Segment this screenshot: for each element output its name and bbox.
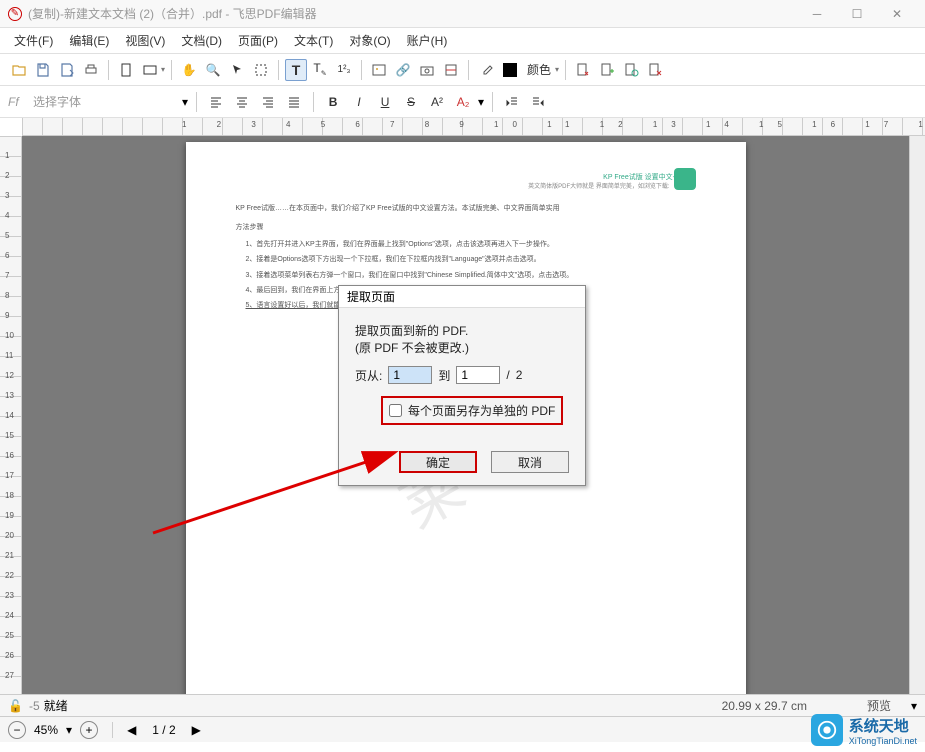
menu-edit[interactable]: 编辑(E) bbox=[63, 29, 115, 52]
ok-button[interactable]: 确定 bbox=[399, 451, 477, 473]
indent-right-icon[interactable] bbox=[527, 91, 549, 113]
brand-icon bbox=[811, 714, 843, 746]
scan-icon[interactable] bbox=[440, 59, 462, 81]
italic-button[interactable]: I bbox=[348, 91, 370, 113]
brand-url: XiTongTianDi.net bbox=[849, 736, 917, 746]
align-left-icon[interactable] bbox=[205, 91, 227, 113]
hand-icon[interactable]: ✋ bbox=[178, 59, 200, 81]
text-edit-icon[interactable]: T✎ bbox=[309, 59, 331, 81]
indent-left-icon[interactable] bbox=[501, 91, 523, 113]
select-icon[interactable] bbox=[250, 59, 272, 81]
menubar: 文件(F) 编辑(E) 视图(V) 文档(D) 页面(P) 文本(T) 对象(O… bbox=[0, 28, 925, 54]
page-landscape-icon[interactable] bbox=[139, 59, 161, 81]
titlebar: ✎ (复制)-新建文本文档 (2)（合并）.pdf - 飞思PDF编辑器 ─ ☐… bbox=[0, 0, 925, 28]
horizontal-ruler: 1 2 3 4 5 6 7 8 9 10 11 12 13 14 15 16 1… bbox=[22, 118, 925, 136]
next-page-icon[interactable]: ▶ bbox=[192, 723, 201, 737]
extract-pages-dialog: 提取页面 提取页面到新的 PDF. (原 PDF 不会被更改.) 页从: 到 /… bbox=[338, 285, 586, 486]
page-step2: 2、接着是Options选项下方出现一个下拉框，我们在下拉框内找到"Langua… bbox=[236, 254, 696, 265]
page-header-sub: 英文简体版PDF大师就是 界面简单完美，如浏览下载: bbox=[236, 183, 670, 193]
menu-document[interactable]: 文档(D) bbox=[175, 29, 228, 52]
page-ops1-icon[interactable] bbox=[572, 59, 594, 81]
link-icon[interactable]: 🔗 bbox=[392, 59, 414, 81]
page-dimensions: 20.99 x 29.7 cm bbox=[722, 699, 807, 713]
page-step3: 3、接着选项菜单列表右方弹一个窗口，我们在窗口中找到"Chinese Simpl… bbox=[236, 270, 696, 281]
saveas-icon[interactable] bbox=[56, 59, 78, 81]
subscript-button[interactable]: A₂ bbox=[452, 91, 474, 113]
zoom-out-button[interactable]: − bbox=[8, 721, 26, 739]
checkbox-label: 每个页面另存为单独的 PDF bbox=[408, 402, 555, 419]
dialog-line2: (原 PDF 不会被更改.) bbox=[355, 339, 569, 356]
total-pages: 2 bbox=[516, 368, 523, 382]
status-ready: 就绪 bbox=[44, 697, 68, 714]
maximize-button[interactable]: ☐ bbox=[837, 0, 877, 28]
separate-pdf-checkbox[interactable] bbox=[389, 404, 402, 417]
text-tool-icon[interactable]: T bbox=[285, 59, 307, 81]
page-body: KP Free试版……在本页面中，我们介绍了KP Free试版的中文设置方法。本… bbox=[236, 203, 696, 214]
menu-object[interactable]: 对象(O) bbox=[343, 29, 396, 52]
window-controls: ─ ☐ ✕ bbox=[797, 0, 917, 28]
cancel-button[interactable]: 取消 bbox=[491, 451, 569, 473]
brand-logo: 系统天地 XiTongTianDi.net bbox=[811, 714, 917, 746]
main-toolbar: ▾ ✋ 🔍 T T✎ 1²₃ 🔗 颜色 ▾ bbox=[0, 54, 925, 86]
menu-file[interactable]: 文件(F) bbox=[8, 29, 59, 52]
format-toolbar: Ff 选择字体 ▾ B I U S A² A₂ ▾ bbox=[0, 86, 925, 118]
app-icon: ✎ bbox=[8, 7, 22, 21]
dialog-line1: 提取页面到新的 PDF. bbox=[355, 322, 569, 339]
zoom-icon[interactable]: 🔍 bbox=[202, 59, 224, 81]
text-num-icon[interactable]: 1²₃ bbox=[333, 59, 355, 81]
window-title: (复制)-新建文本文档 (2)（合并）.pdf - 飞思PDF编辑器 bbox=[28, 5, 317, 22]
print-icon[interactable] bbox=[80, 59, 102, 81]
checkbox-highlight: 每个页面另存为单独的 PDF bbox=[381, 396, 563, 425]
align-justify-icon[interactable] bbox=[283, 91, 305, 113]
font-indicator: Ff bbox=[8, 95, 24, 109]
page-refresh-icon[interactable] bbox=[620, 59, 642, 81]
brand-name: 系统天地 bbox=[849, 715, 917, 736]
pdf-badge-icon bbox=[674, 168, 696, 190]
align-right-icon[interactable] bbox=[257, 91, 279, 113]
prev-page-icon[interactable]: ◀ bbox=[127, 723, 136, 737]
font-selector[interactable]: 选择字体 bbox=[28, 90, 178, 113]
open-icon[interactable] bbox=[8, 59, 30, 81]
strike-button[interactable]: S bbox=[400, 91, 422, 113]
page-portrait-icon[interactable] bbox=[115, 59, 137, 81]
lock-icon: 🔓 bbox=[8, 699, 23, 713]
zoom-in-button[interactable]: + bbox=[80, 721, 98, 739]
bold-button[interactable]: B bbox=[322, 91, 344, 113]
zoom-level[interactable]: 45% bbox=[34, 723, 58, 737]
underline-button[interactable]: U bbox=[374, 91, 396, 113]
menu-text[interactable]: 文本(T) bbox=[288, 29, 339, 52]
preview-label[interactable]: 预览 bbox=[867, 697, 891, 714]
image-icon[interactable] bbox=[368, 59, 390, 81]
from-label: 页从: bbox=[355, 367, 382, 384]
vertical-ruler: 1234567891011121314151617181920212223242… bbox=[0, 136, 22, 694]
to-input[interactable] bbox=[456, 366, 500, 384]
minimize-button[interactable]: ─ bbox=[797, 0, 837, 28]
align-center-icon[interactable] bbox=[231, 91, 253, 113]
page-step1: 1、首先打开并进入KP主界面，我们在界面最上找到"Options"选项，点击该选… bbox=[236, 239, 696, 250]
page-indicator[interactable]: 1 / 2 bbox=[152, 723, 175, 737]
save-icon[interactable] bbox=[32, 59, 54, 81]
color-label: 颜色 bbox=[523, 61, 555, 78]
vertical-scrollbar[interactable] bbox=[909, 136, 925, 694]
status-bar-2: − 45% ▾ + ◀ 1 / 2 ▶ bbox=[0, 716, 925, 742]
page-subhead: 方法步骤 bbox=[236, 222, 696, 233]
menu-view[interactable]: 视图(V) bbox=[119, 29, 171, 52]
from-input[interactable] bbox=[388, 366, 432, 384]
dialog-title: 提取页面 bbox=[339, 286, 585, 308]
close-button[interactable]: ✕ bbox=[877, 0, 917, 28]
menu-page[interactable]: 页面(P) bbox=[232, 29, 284, 52]
color-swatch[interactable] bbox=[499, 59, 521, 81]
camera-icon[interactable] bbox=[416, 59, 438, 81]
superscript-button[interactable]: A² bbox=[426, 91, 448, 113]
slash: / bbox=[506, 368, 509, 382]
eyedropper-icon[interactable] bbox=[475, 59, 497, 81]
page-add-icon[interactable] bbox=[596, 59, 618, 81]
pointer-icon[interactable] bbox=[226, 59, 248, 81]
status-bar-1: 🔓 -5 就绪 20.99 x 29.7 cm 预览 ▾ bbox=[0, 694, 925, 716]
menu-account[interactable]: 账户(H) bbox=[401, 29, 454, 52]
to-label: 到 bbox=[438, 367, 450, 384]
page-delete-icon[interactable] bbox=[644, 59, 666, 81]
